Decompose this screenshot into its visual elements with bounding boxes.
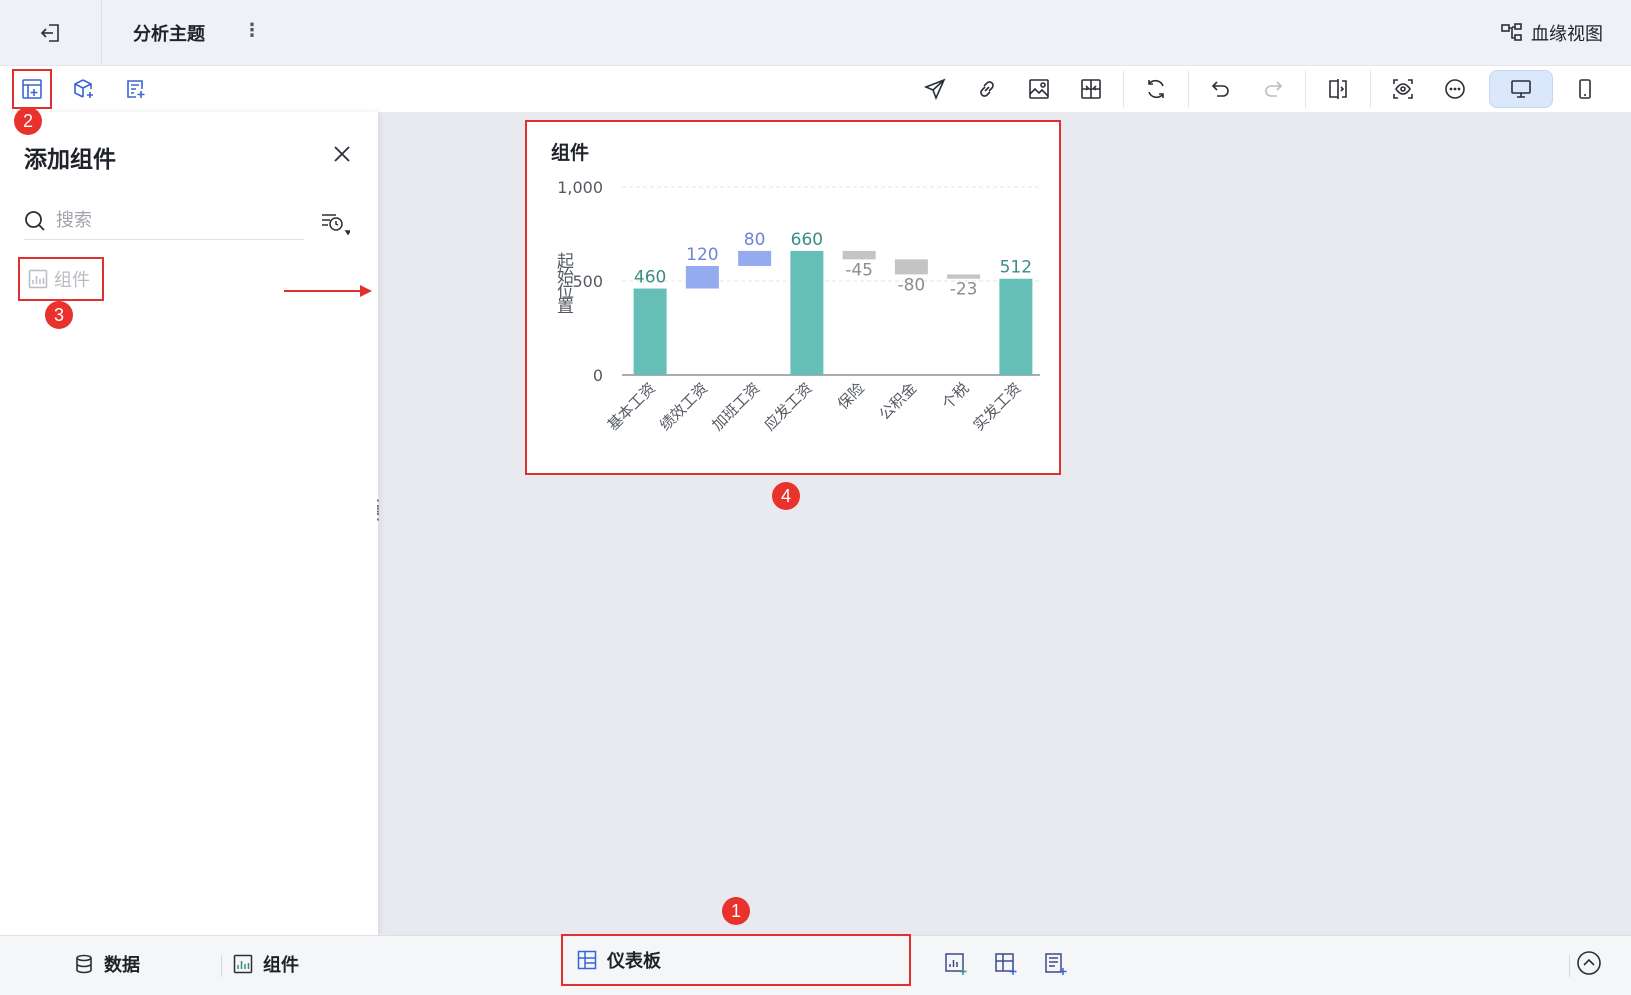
data-tab[interactable]: 数据: [74, 951, 140, 977]
add-component-panel: 添加组件 组件 ⋮⋮: [0, 112, 386, 935]
desktop-icon[interactable]: [1489, 70, 1553, 108]
search-input[interactable]: [56, 210, 276, 231]
close-icon[interactable]: [328, 140, 356, 168]
y-tick-label: 500: [572, 272, 603, 291]
waterfall-bar: [999, 278, 1033, 375]
toolbar: [0, 66, 1631, 112]
waterfall-bar: [842, 250, 876, 260]
waterfall-bar: [894, 259, 928, 275]
toolbar-separator: [1188, 70, 1189, 108]
data-label: 660: [791, 230, 823, 250]
add-chart-icon[interactable]: [938, 946, 974, 982]
component-item[interactable]: 组件: [18, 257, 104, 301]
step-badge-2: 2: [14, 107, 42, 135]
bar-chart-icon: [233, 954, 253, 974]
data-label: 512: [1000, 258, 1032, 278]
recent-filter-icon[interactable]: [316, 208, 354, 238]
layout-fit-icon[interactable]: [1072, 70, 1110, 108]
data-label: -23: [950, 280, 978, 300]
data-label: -45: [845, 260, 873, 280]
chevron-up-icon[interactable]: [1575, 949, 1603, 977]
component-tab-label: 组件: [263, 955, 299, 976]
redo-icon[interactable]: [1254, 70, 1292, 108]
x-tick-label: 应发工资: [761, 379, 816, 434]
drag-arrow: [284, 285, 372, 297]
data-tab-label: 数据: [104, 955, 140, 976]
waterfall-bar: [738, 250, 772, 266]
bottom-bar: 数据 组件 仪表板: [0, 934, 1631, 995]
toolbar-separator: [1123, 70, 1124, 108]
x-tick-label: 加班工资: [708, 379, 763, 434]
mobile-icon[interactable]: [1553, 70, 1617, 108]
x-tick-label: 保险: [834, 379, 868, 413]
add-model-icon[interactable]: [66, 71, 102, 107]
search-icon: [25, 210, 45, 231]
component-tab[interactable]: 组件: [233, 951, 299, 977]
bottom-separator: [221, 955, 222, 977]
waterfall-bar: [633, 288, 667, 375]
dashboard-tab[interactable]: 仪表板: [561, 934, 911, 986]
component-item-label: 组件: [54, 270, 90, 291]
lineage-view-button[interactable]: 血缘视图: [1501, 20, 1603, 46]
data-label: 80: [744, 230, 766, 250]
undo-icon[interactable]: [1202, 70, 1240, 108]
waterfall-bar: [685, 265, 719, 289]
waterfall-bar: [947, 274, 981, 279]
resize-handle-icon[interactable]: ⋮ ⋮: [370, 498, 386, 522]
y-tick-label: 1,000: [557, 178, 603, 197]
add-dashboard-icon[interactable]: [988, 946, 1024, 982]
database-icon: [76, 954, 92, 974]
step-badge-4: 4: [772, 482, 800, 510]
send-icon[interactable]: [916, 70, 954, 108]
x-tick-label: 实发工资: [970, 379, 1025, 434]
preview-icon[interactable]: [1384, 70, 1422, 108]
panel-toggle-icon[interactable]: [1319, 70, 1357, 108]
device-switch: [1489, 70, 1617, 108]
x-tick-label: 绩效工资: [656, 379, 711, 434]
step-badge-3: 3: [45, 301, 73, 329]
add-text-icon[interactable]: [118, 71, 154, 107]
lineage-view-label: 血缘视图: [1531, 24, 1603, 45]
link-icon[interactable]: [968, 70, 1006, 108]
image-settings-icon[interactable]: [1020, 70, 1058, 108]
search-box: [24, 202, 304, 240]
data-label: -80: [897, 275, 925, 295]
more-icon[interactable]: [1436, 70, 1474, 108]
chart-component-card[interactable]: 组件 0 500 1,000 起始位置 460 基本工资 120 绩效工资 80 加班工资 660 应…: [525, 120, 1061, 475]
x-tick-label: 基本工资: [604, 379, 659, 434]
dashboard-icon: [577, 950, 597, 970]
exit-icon[interactable]: [36, 18, 66, 48]
waterfall-chart: 0 500 1,000 起始位置 460 基本工资 120 绩效工资 80 加班工资 660 应发工资…: [553, 178, 1040, 434]
y-tick-label: 0: [593, 366, 603, 385]
title-bar: 分析主题 ⋮ 血缘视图: [0, 0, 1631, 66]
page-title: 分析主题: [133, 24, 205, 45]
data-label: 460: [634, 268, 666, 288]
add-report-icon[interactable]: [1038, 946, 1074, 982]
bottom-separator: [1569, 955, 1570, 977]
x-tick-label: 公积金: [876, 379, 921, 424]
more-options-icon[interactable]: ⋮: [243, 20, 261, 41]
x-tick-label: 个税: [939, 379, 973, 413]
toolbar-separator: [1305, 70, 1306, 108]
panel-title: 添加组件: [24, 147, 116, 173]
refresh-icon[interactable]: [1137, 70, 1175, 108]
dashboard-tab-label: 仪表板: [607, 951, 661, 972]
title-separator: [101, 0, 102, 66]
waterfall-bar: [790, 250, 824, 375]
y-axis-label: 起始位置: [553, 252, 574, 313]
toolbar-separator: [1370, 70, 1371, 108]
lineage-icon: [1501, 23, 1522, 41]
step-badge-1: 1: [722, 897, 750, 925]
add-component-icon[interactable]: [12, 69, 52, 109]
bar-chart-icon: [28, 269, 48, 289]
data-label: 120: [686, 245, 718, 265]
